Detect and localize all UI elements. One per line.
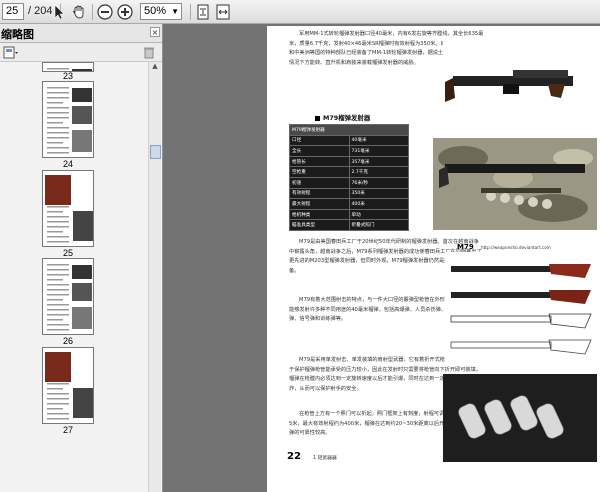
page-footer-number: 22 xyxy=(287,451,301,462)
spec-value: 单动 xyxy=(348,208,409,221)
spec-label: 瞄准具类型 xyxy=(289,219,350,231)
panel-header: 缩略图 × xyxy=(0,24,162,43)
scroll-up-arrow-icon[interactable]: ▲ xyxy=(150,62,160,72)
spec-table-row: 枪管长 357毫米 xyxy=(289,155,409,168)
spec-value: 731毫米 xyxy=(348,145,409,157)
spec-value: 350米 xyxy=(348,187,409,200)
spec-label: 全长 xyxy=(289,145,350,157)
zoom-in-icon xyxy=(117,4,133,20)
spec-value: 76米/秒 xyxy=(348,176,409,189)
toolbar-separator xyxy=(92,4,93,20)
close-icon: × xyxy=(151,28,159,37)
spec-table-row: 全长 731毫米 xyxy=(289,145,409,157)
cursor-arrow-icon xyxy=(54,4,65,20)
toolbar: 25 / 204 50% ▼ xyxy=(0,0,600,24)
spec-value: 40毫米 xyxy=(348,134,409,147)
panel-toolbar xyxy=(0,43,162,62)
m79-variants-image xyxy=(450,264,592,355)
launcher-variants-illustration xyxy=(445,252,595,366)
grenade-rounds-image xyxy=(443,374,597,462)
page-thumbnail[interactable] xyxy=(42,258,94,335)
spec-table-row: 有效射程 350米 xyxy=(289,187,409,200)
panel-title: 缩略图 xyxy=(1,29,34,41)
page-thumbnail[interactable] xyxy=(42,170,94,247)
thumbnail-page-number: 24 xyxy=(62,159,73,169)
zoom-out-button[interactable] xyxy=(96,3,114,21)
spec-table: M79榴弹发射器 口径 40毫米 全长 731毫米 枪管长 357毫米 空枪重 2.7千克 初速… xyxy=(289,124,409,231)
thumbnail-options-button[interactable] xyxy=(3,46,19,59)
zoom-select[interactable]: 50% ▼ xyxy=(140,3,182,20)
close-panel-button[interactable]: × xyxy=(150,27,160,37)
page-thumbnail[interactable] xyxy=(42,347,94,424)
grenade-launcher-image xyxy=(445,70,573,102)
thumbnail-page-number: 25 xyxy=(62,248,73,258)
page-thumbnail[interactable] xyxy=(42,81,94,158)
page-total-label: / 204 xyxy=(28,5,53,17)
fit-page-button[interactable] xyxy=(194,3,212,21)
thumbnail-page-number: 27 xyxy=(62,425,73,435)
spec-label: 最大射程 xyxy=(289,198,350,210)
select-tool-button[interactable] xyxy=(50,3,68,21)
spec-value: 357毫米 xyxy=(348,155,409,168)
trash-icon[interactable] xyxy=(143,46,155,59)
spec-label: 口径 xyxy=(289,134,350,147)
spec-table-row: 最大射程 400米 xyxy=(289,198,409,210)
section-title: M79榴弹发射器 xyxy=(315,113,370,122)
thumbnail-page-number: 23 xyxy=(62,71,73,81)
launcher-photo-camo xyxy=(433,138,597,230)
fit-page-icon xyxy=(197,4,209,20)
spec-table-row: 口径 40毫米 xyxy=(289,134,409,147)
spec-value: 2.7千克 xyxy=(348,166,409,178)
thumbnail-panel: 缩略图 × ▲ 23 24 25 26 27 xyxy=(0,24,163,492)
spec-label: 枪管长 xyxy=(289,155,350,168)
zoom-out-icon xyxy=(97,4,113,20)
zoom-in-button[interactable] xyxy=(116,3,134,21)
bullet-square-icon xyxy=(315,115,320,121)
spec-table-row: 空枪重 2.7千克 xyxy=(289,166,409,178)
zoom-value: 50% xyxy=(144,5,167,17)
fit-width-button[interactable] xyxy=(214,3,232,21)
page-footer-text: 1 轻武器器 xyxy=(313,456,337,461)
spec-table-header: M79榴弹发射器 xyxy=(289,124,409,136)
chevron-down-icon: ▼ xyxy=(171,7,179,16)
spec-label: 初速 xyxy=(289,176,350,189)
spec-table-row: 初速 76米/秒 xyxy=(289,176,409,189)
document-page: 军用MM-1式转轮榴弹发射器口径40毫米，内有6发右旋等齐膛线，其全长635毫米… xyxy=(267,26,600,492)
m79-source-url: http://weaponsho.deviantart.com xyxy=(481,245,551,250)
launcher-photo-1 xyxy=(443,36,593,126)
spec-label: 有效射程 xyxy=(289,187,350,200)
page-number-input[interactable]: 25 xyxy=(2,3,24,20)
grenade-ammo-photo xyxy=(443,374,597,462)
camo-launcher-image xyxy=(433,138,597,230)
spec-value: 折叠式照门 xyxy=(348,219,409,231)
spec-table-row: 枪机种类 单动 xyxy=(289,208,409,221)
toolbar-separator xyxy=(190,4,191,20)
m79-caption: M79 xyxy=(457,243,474,251)
spec-value: 400米 xyxy=(348,198,409,210)
fit-width-icon xyxy=(216,4,230,20)
spec-label: 空枪重 xyxy=(289,166,350,178)
spec-table-row: 瞄准具类型 折叠式照门 xyxy=(289,219,409,231)
hand-tool-button[interactable] xyxy=(70,3,88,21)
hand-icon xyxy=(72,5,84,19)
scrollbar-thumb[interactable] xyxy=(150,145,161,159)
spec-label: 枪机种类 xyxy=(289,208,350,221)
thumbnail-page-number: 26 xyxy=(62,336,73,346)
thumbnail-scrollbar[interactable]: ▲ xyxy=(148,62,161,492)
